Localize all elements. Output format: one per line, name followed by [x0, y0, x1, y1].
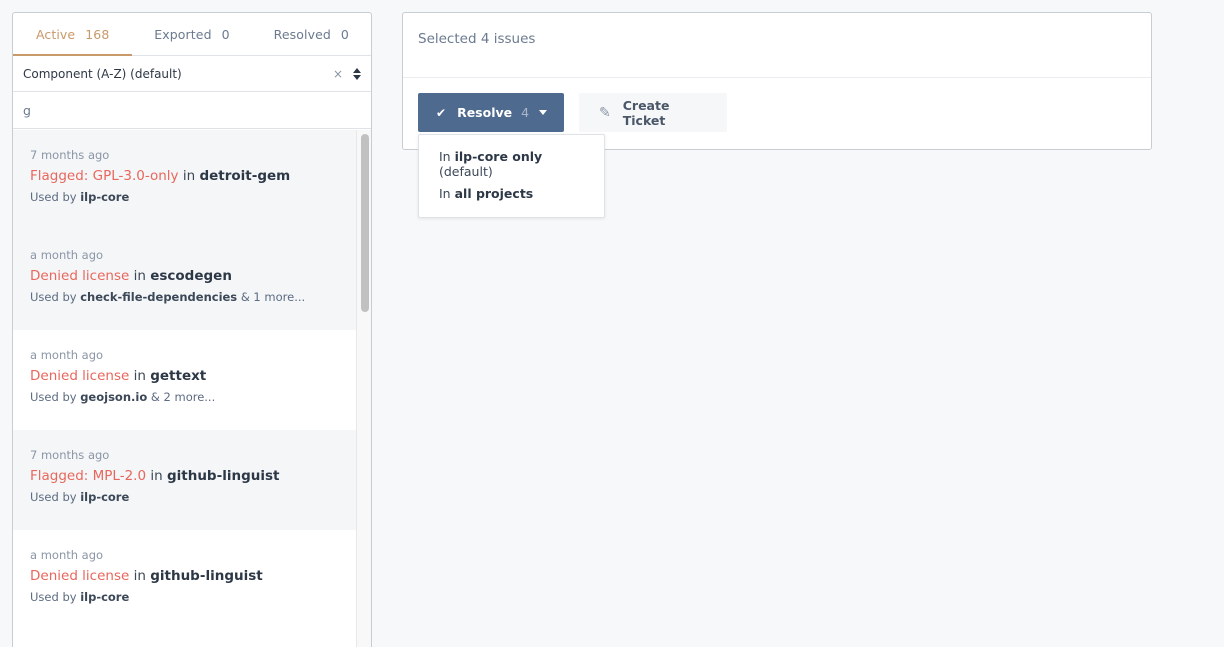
tab-label: Resolved [273, 26, 331, 42]
issue-package: escodegen [150, 268, 232, 284]
issue-time: a month ago [30, 248, 104, 262]
issue-project: geojson.io [80, 390, 148, 404]
search-input[interactable] [23, 102, 361, 118]
resolve-count: 4 [521, 105, 530, 120]
issue-project: ilp-core [80, 190, 130, 204]
issue-item[interactable]: a month ago Denied license in escodegen … [13, 230, 356, 330]
issue-package: github-linguist [166, 468, 280, 484]
issue-flag: Denied license [30, 368, 130, 384]
issue-item[interactable]: 7 months ago Flagged: GPL-3.0-only in de… [13, 130, 356, 230]
issue-time: 7 months ago [30, 148, 110, 162]
scrollbar-thumb[interactable] [361, 134, 369, 312]
issue-used-by: Used by geojson.io & 2 more... [30, 390, 216, 404]
issue-time: a month ago [30, 348, 104, 362]
sort-updown-icon[interactable] [353, 67, 361, 80]
issue-item[interactable]: a month ago Denied license in github-lin… [13, 530, 356, 630]
issues-panel: Active 168 Exported 0 Resolved 0 Compone… [12, 12, 372, 647]
issue-package: detroit-gem [199, 168, 291, 184]
tab-count: 0 [221, 26, 230, 42]
issue-used-by: Used by ilp-core [30, 190, 130, 204]
clear-sort-icon[interactable]: × [333, 67, 343, 81]
caret-down-icon [539, 110, 548, 115]
sort-value: Component (A-Z) (default) [23, 66, 182, 81]
resolve-label: Resolve [457, 105, 513, 120]
issue-time: a month ago [30, 548, 104, 562]
search-row [13, 92, 371, 129]
issue-flag: Denied license [30, 568, 130, 584]
issue-title: Flagged: GPL-3.0-only in detroit-gem [30, 168, 291, 184]
create-ticket-label: Create Ticket [622, 97, 670, 128]
edit-icon: ✎ [599, 104, 611, 121]
sort-select[interactable]: Component (A-Z) (default) × [13, 56, 371, 92]
issue-project: check-file-dependencies [80, 290, 238, 304]
check-icon: ✔ [436, 105, 447, 120]
tab-label: Active [35, 26, 76, 42]
resolve-button[interactable]: ✔ Resolve 4 [418, 93, 564, 132]
issue-project: ilp-core [80, 490, 130, 504]
issue-tabs: Active 168 Exported 0 Resolved 0 [13, 13, 371, 56]
tab-count: 0 [340, 26, 349, 42]
tab-count: 168 [85, 26, 110, 42]
issue-flag: Flagged: MPL-2.0 [30, 468, 147, 484]
issue-package: github-linguist [150, 568, 263, 584]
resolve-menu-item-project-only[interactable]: In ilp-core only (default) [419, 143, 604, 180]
action-bar: ✔ Resolve 4 ✎ Create Ticket [418, 93, 727, 132]
issue-package: gettext [150, 368, 207, 384]
issue-flag: Denied license [30, 268, 130, 284]
issue-list: 7 months ago Flagged: GPL-3.0-only in de… [13, 130, 371, 647]
issue-title: Denied license in gettext [30, 368, 207, 384]
create-ticket-button[interactable]: ✎ Create Ticket [579, 93, 727, 132]
issue-flag: Flagged: GPL-3.0-only [30, 168, 179, 184]
issue-title: Flagged: MPL-2.0 in github-linguist [30, 468, 280, 484]
issue-time: 7 months ago [30, 448, 110, 462]
issue-project: ilp-core [80, 590, 130, 604]
issue-item[interactable]: a month ago Denied license in gettext Us… [13, 330, 356, 430]
tab-active[interactable]: Active 168 [13, 13, 133, 56]
issue-used-by: Used by ilp-core [30, 590, 130, 604]
issue-used-by: Used by ilp-core [30, 490, 130, 504]
resolve-menu-item-all-projects[interactable]: In all projects [419, 180, 604, 217]
tab-resolved[interactable]: Resolved 0 [252, 13, 371, 55]
resolve-menu: In ilp-core only (default) In all projec… [418, 134, 605, 218]
tab-exported[interactable]: Exported 0 [132, 13, 251, 55]
issue-used-by: Used by check-file-dependencies & 1 more… [30, 290, 306, 304]
issue-title: Denied license in escodegen [30, 268, 232, 284]
issue-item[interactable]: 7 months ago Flagged: MPL-2.0 in github-… [13, 430, 356, 530]
tab-label: Exported [154, 26, 212, 42]
list-scrollbar[interactable] [356, 130, 371, 647]
selection-summary: Selected 4 issues [403, 13, 1151, 78]
selection-panel: Selected 4 issues ✔ Resolve 4 ✎ Create T… [402, 12, 1152, 150]
issue-title: Denied license in github-linguist [30, 568, 263, 584]
